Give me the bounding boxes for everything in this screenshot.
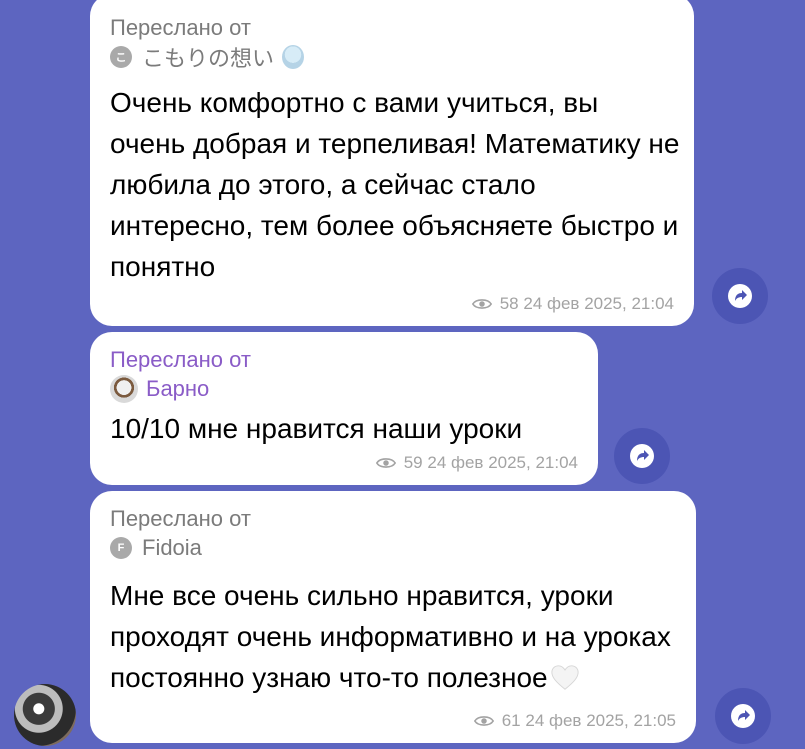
- share-arrow-icon: [728, 284, 752, 308]
- share-button[interactable]: [715, 688, 771, 744]
- white-heart-icon: [551, 665, 579, 690]
- message-text: Мне все очень сильно нравится, уроки про…: [110, 575, 680, 698]
- timestamp: 24 фев 2025, 21:04: [523, 294, 674, 313]
- eye-icon: [473, 716, 494, 726]
- sender-emoji-icon: [282, 45, 305, 69]
- share-arrow-icon: [630, 444, 654, 468]
- message-bubble-2[interactable]: Переслано от Барно 10/10 мне нравится на…: [90, 332, 598, 485]
- forwarded-from-label: Переслано от: [110, 15, 251, 40]
- forwarded-sender[interactable]: Барно: [110, 374, 578, 404]
- share-button[interactable]: [712, 268, 768, 324]
- share-button[interactable]: [614, 428, 670, 484]
- sender-avatar: [110, 375, 138, 403]
- view-count: 61: [501, 711, 521, 730]
- sender-avatar: こ: [110, 46, 132, 68]
- eye-icon: [471, 299, 492, 309]
- message-bubble-1[interactable]: Переслано от こ こもりの想い Очень комфортно с …: [90, 0, 694, 326]
- timestamp: 24 фев 2025, 21:05: [525, 711, 676, 730]
- message-meta: 61 24 фев 2025, 21:05: [473, 711, 676, 731]
- user-avatar[interactable]: [14, 684, 76, 746]
- timestamp: 24 фев 2025, 21:04: [427, 453, 578, 472]
- message-meta: 59 24 фев 2025, 21:04: [375, 453, 578, 473]
- sender-name[interactable]: Барно: [146, 376, 209, 402]
- forwarded-sender[interactable]: F Fidoia: [110, 533, 676, 563]
- forwarded-from-label: Переслано от: [110, 506, 251, 531]
- view-count: 59: [403, 453, 423, 472]
- message-text-content: Мне все очень сильно нравится, уроки про…: [110, 580, 671, 693]
- message-bubble-3[interactable]: Переслано от F Fidoia Мне все очень силь…: [90, 491, 696, 743]
- sender-name[interactable]: こもりの想い: [142, 41, 274, 73]
- message-text: 10/10 мне нравится наши уроки: [110, 413, 523, 444]
- forwarded-sender[interactable]: こ こもりの想い: [110, 42, 674, 72]
- sender-name[interactable]: Fidoia: [142, 535, 202, 561]
- message-text: Очень комфортно с вами учиться, вы очень…: [110, 87, 680, 282]
- share-arrow-icon: [731, 704, 755, 728]
- forwarded-from-label: Переслано от: [110, 347, 251, 372]
- eye-icon: [375, 458, 396, 468]
- view-count: 58: [499, 294, 519, 313]
- message-meta: 58 24 фев 2025, 21:04: [471, 294, 674, 314]
- sender-avatar: F: [110, 537, 132, 559]
